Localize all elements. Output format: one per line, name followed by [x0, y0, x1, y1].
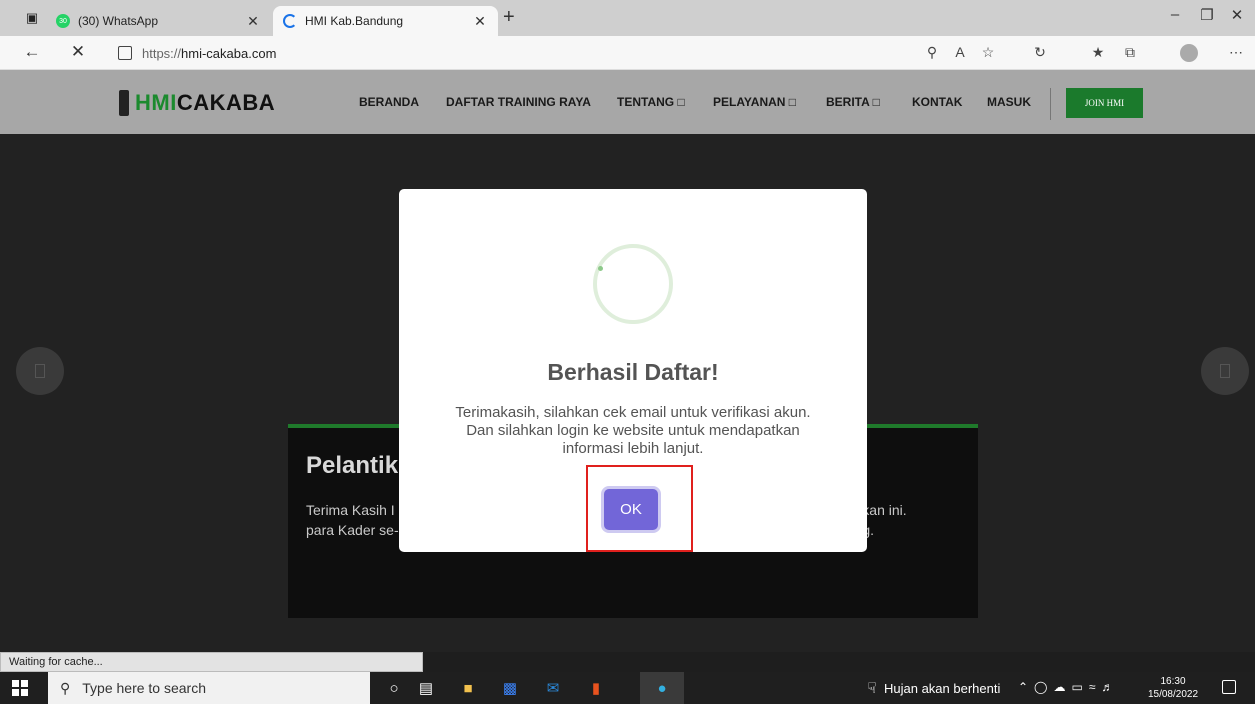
tab-whatsapp[interactable]: 30 (30) WhatsApp ✕	[46, 6, 271, 36]
carousel-next-button[interactable]	[1201, 347, 1249, 395]
search-placeholder: Type here to search	[82, 680, 207, 696]
clock-time: 16:30	[1160, 676, 1186, 687]
cortana-icon[interactable]: ○	[384, 678, 404, 698]
mail-icon[interactable]: ✉	[543, 678, 563, 698]
ok-button[interactable]: OK	[604, 489, 658, 530]
weather-text[interactable]: Hujan akan berhenti	[884, 681, 1000, 696]
whatsapp-icon: 30	[56, 14, 70, 28]
prev-icon	[35, 364, 45, 378]
loading-icon	[283, 14, 297, 28]
card-title: Pelantik	[306, 452, 399, 479]
clock[interactable]: 16:30 15/08/2022	[1147, 675, 1199, 701]
refresh-extension-icon[interactable]: ↻	[1030, 44, 1050, 61]
file-explorer-icon[interactable]: ■	[458, 678, 478, 698]
menu-berita[interactable]: BERITA □	[826, 95, 880, 109]
logo-emblem-icon	[119, 90, 129, 116]
url-domain: hmi-cakaba.com	[181, 45, 277, 61]
weather-icon[interactable]: ☟	[862, 678, 882, 698]
address-bar-row: ← ✕ https://hmi-cakaba.com ⚲ A ☆ ↻ ★ ⧉ ⋯	[0, 36, 1255, 70]
address-field[interactable]: https://hmi-cakaba.com	[100, 40, 920, 66]
clock-date: 15/08/2022	[1147, 689, 1199, 700]
url-scheme: https://	[142, 45, 182, 61]
site-header: HMI CAKABA BERANDA DAFTAR TRAINING RAYA T…	[0, 70, 1255, 134]
menu-pelayanan[interactable]: PELAYANAN □	[713, 95, 796, 109]
next-icon	[1220, 364, 1230, 378]
taskbar-search[interactable]: ⚲ Type here to search	[48, 672, 370, 704]
tab-hmi[interactable]: HMI Kab.Bandung ✕	[273, 6, 498, 36]
notification-icon[interactable]	[1222, 680, 1236, 694]
success-spinner-icon	[593, 244, 673, 324]
logo-text-hmi: HMI	[135, 90, 177, 115]
key-icon[interactable]: ⚲	[922, 44, 942, 61]
browser-status: Waiting for cache...	[0, 652, 423, 672]
close-icon[interactable]: ✕	[245, 13, 261, 30]
edge-icon[interactable]: ●	[652, 678, 672, 698]
dialog-message: Terimakasih, silahkan cek email untuk ve…	[455, 404, 811, 457]
task-view-icon[interactable]: ▤	[416, 678, 436, 698]
new-tab-button[interactable]: +	[503, 6, 515, 29]
tray-icons[interactable]: ⌃◯☁▭≈♬	[1018, 680, 1119, 694]
back-button[interactable]: ←	[20, 42, 44, 62]
windows-start-icon[interactable]	[12, 680, 28, 696]
read-aloud-icon[interactable]: A	[950, 44, 970, 60]
menu-beranda[interactable]: BERANDA	[359, 95, 419, 109]
lock-icon	[118, 46, 132, 60]
search-icon: ⚲	[60, 679, 71, 696]
restore-button[interactable]: ❐	[1192, 6, 1222, 24]
nav-divider	[1050, 88, 1051, 120]
join-hmi-button[interactable]: JOIN HMI	[1066, 88, 1143, 118]
stop-button[interactable]: ✕	[66, 42, 90, 62]
office-icon[interactable]: ▮	[586, 678, 606, 698]
taskbar: ⚲ Type here to search ○ ▤ ■ ▩ ✉ ▮ ● ☟ Hu…	[0, 672, 1255, 704]
menu-daftar-training-raya[interactable]: DAFTAR TRAINING RAYA	[446, 95, 591, 109]
menu-masuk[interactable]: MASUK	[987, 95, 1031, 109]
tab-title: (30) WhatsApp	[78, 14, 159, 28]
tab-actions-icon[interactable]: ▣	[22, 8, 42, 28]
favorites-icon[interactable]: ★	[1088, 44, 1108, 61]
close-icon[interactable]: ✕	[472, 13, 488, 30]
dialog-title: Berhasil Daftar!	[547, 359, 719, 385]
more-icon[interactable]: ⋯	[1226, 44, 1246, 61]
menu-tentang[interactable]: TENTANG □	[617, 95, 685, 109]
carousel-prev-button[interactable]	[16, 347, 64, 395]
menu-kontak[interactable]: KONTAK	[912, 95, 962, 109]
close-window-button[interactable]: ✕	[1222, 6, 1252, 24]
minimize-button[interactable]: –	[1160, 6, 1190, 23]
collections-icon[interactable]: ⧉	[1120, 44, 1140, 61]
logo-text-cakaba: CAKABA	[176, 90, 276, 115]
profile-avatar[interactable]	[1180, 44, 1198, 62]
favorite-icon[interactable]: ☆	[978, 44, 998, 61]
site-logo[interactable]: HMI CAKABA	[119, 90, 275, 116]
store-icon[interactable]: ▩	[500, 678, 520, 698]
tab-title: HMI Kab.Bandung	[305, 14, 404, 28]
browser-tab-bar: ▣ 30 (30) WhatsApp ✕ HMI Kab.Bandung ✕ +…	[0, 0, 1255, 36]
